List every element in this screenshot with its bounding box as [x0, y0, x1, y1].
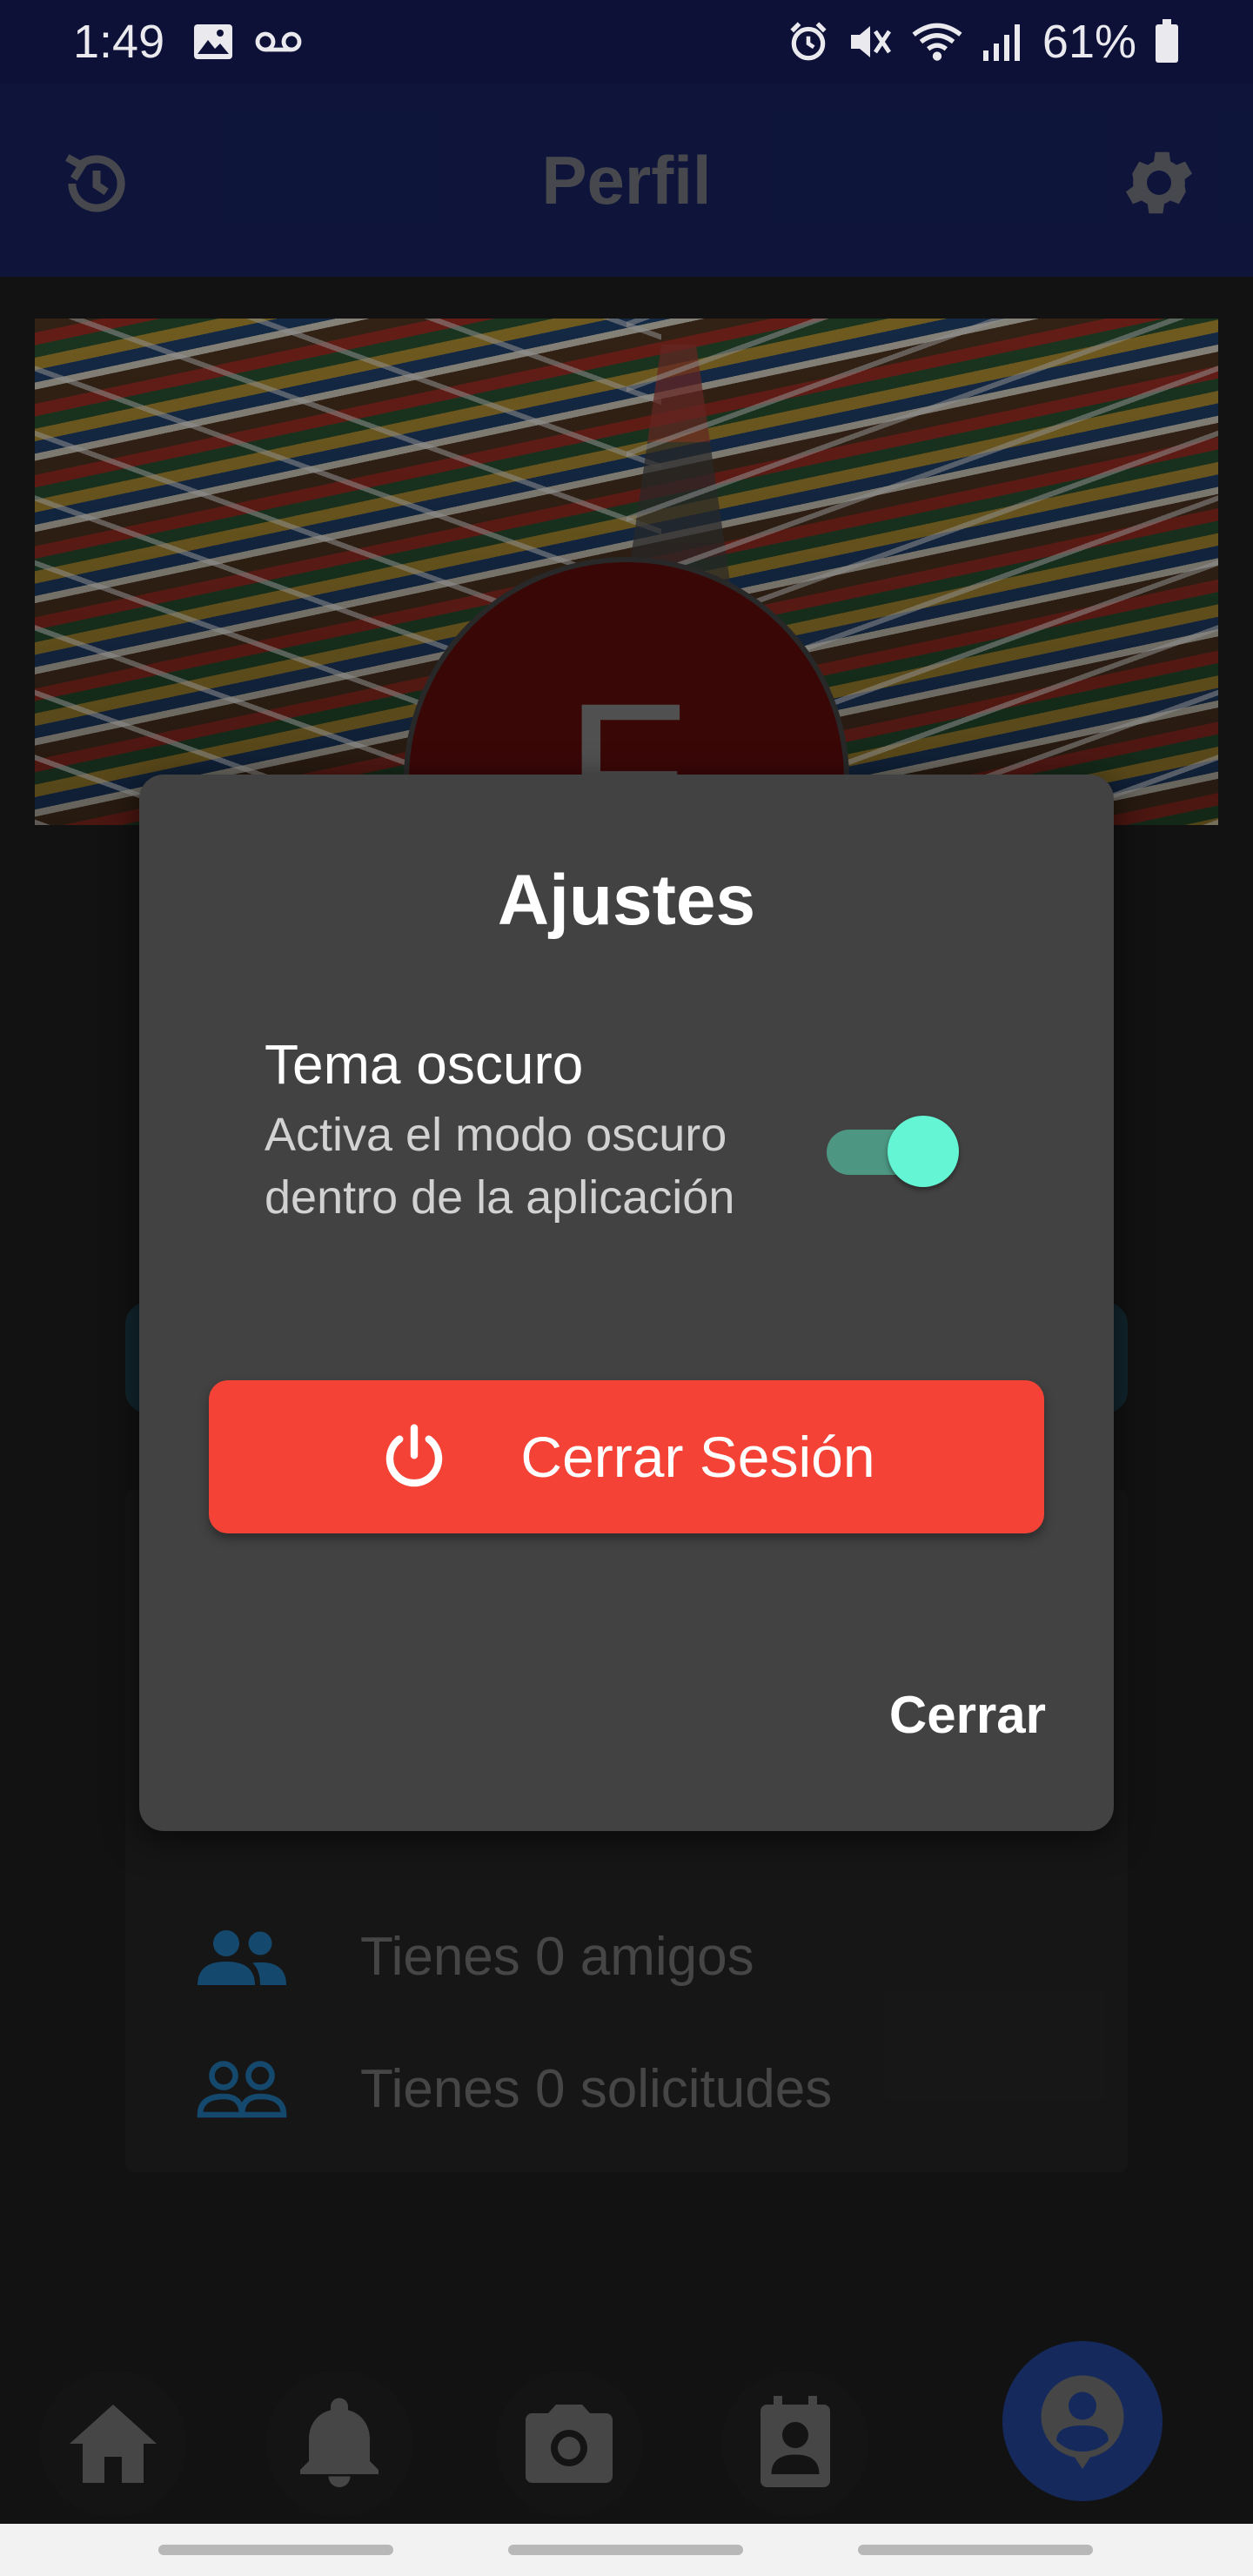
voicemail-icon [255, 31, 302, 52]
wifi-icon [912, 23, 962, 61]
dark-theme-description: Activa el modo oscuro dentro de la aplic… [265, 1109, 735, 1224]
battery-icon [1156, 19, 1178, 63]
screen: 1:49 61% Perfil F Tienes 0 amigos Tienes… [0, 0, 1253, 2576]
power-icon [386, 1424, 443, 1487]
status-icons-left [192, 23, 302, 61]
logout-button[interactable]: Cerrar Sesión [209, 1380, 1044, 1533]
signal-icon [982, 24, 1020, 61]
battery-percent: 61% [1042, 16, 1136, 68]
dark-theme-toggle[interactable] [827, 1110, 959, 1187]
system-home-button[interactable] [508, 2545, 743, 2555]
status-time: 1:49 [73, 16, 165, 68]
status-icons-right: 61% [787, 15, 1180, 69]
dialog-title: Ajustes [497, 861, 756, 940]
logout-label: Cerrar Sesión [520, 1425, 875, 1489]
mute-icon [850, 26, 891, 57]
close-dialog-button[interactable]: Cerrar [889, 1685, 1046, 1745]
toggle-thumb [888, 1116, 959, 1187]
alarm-icon [790, 22, 827, 61]
system-recents-button[interactable] [158, 2545, 393, 2555]
settings-dialog: Ajustes Tema oscuro Activa el modo oscur… [139, 775, 1114, 1831]
system-back-button[interactable] [858, 2545, 1093, 2555]
dark-theme-title: Tema oscuro [265, 1033, 584, 1096]
image-icon [194, 24, 233, 59]
status-bar: 1:49 61% [0, 0, 1253, 84]
system-navigation-bar [0, 2524, 1253, 2576]
